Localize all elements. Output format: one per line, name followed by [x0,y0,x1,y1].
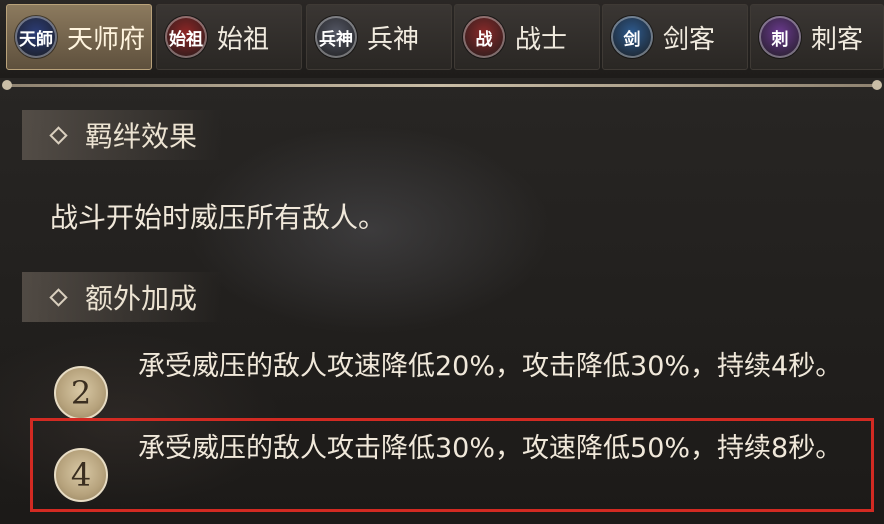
divider-left-dot [2,80,12,90]
highlight-box [30,418,874,512]
tab-bingshen[interactable]: 兵神 兵神 [306,4,452,70]
cike-emblem-icon: 刺 [759,16,801,58]
tab-label: 剑客 [663,24,716,55]
bond-effect-header: 羁绊效果 [22,110,222,160]
faction-tab-bar: 天師 天师府 始祖 始祖 兵神 兵神 战 战士 剑 剑客 刺 刺客 [0,0,884,78]
diamond-bullet-icon [49,125,68,145]
tab-cike[interactable]: 刺 刺客 [750,4,884,70]
zhanshi-emblem-icon: 战 [463,16,505,58]
tab-label: 战士 [515,24,568,55]
bonus-tier-text: 承受威压的敌人攻速降低20%，攻击降低30%，持续4秒。 [138,351,843,382]
tab-tianshifu[interactable]: 天師 天师府 [6,4,152,70]
tab-label: 兵神 [367,24,420,55]
bond-effect-title: 羁绊效果 [85,120,198,153]
bingshen-emblem-icon: 兵神 [315,16,357,58]
tianshifu-emblem-icon: 天師 [15,16,57,58]
section-divider [8,84,876,87]
tab-label: 始祖 [217,24,270,55]
tab-label: 天师府 [67,24,146,55]
shizu-emblem-icon: 始祖 [165,16,207,58]
jianke-emblem-icon: 剑 [611,16,653,58]
tier-count-badge: 2 [54,366,108,420]
extra-bonus-header: 额外加成 [22,272,222,322]
diamond-bullet-icon [49,287,68,307]
tab-zhanshi[interactable]: 战 战士 [454,4,600,70]
divider-right-dot [872,80,882,90]
extra-bonus-title: 额外加成 [85,282,198,315]
bond-effect-description: 战斗开始时威压所有敌人。 [50,201,387,234]
tab-shizu[interactable]: 始祖 始祖 [156,4,302,70]
tab-jianke[interactable]: 剑 剑客 [602,4,748,70]
tab-label: 刺客 [811,24,864,55]
